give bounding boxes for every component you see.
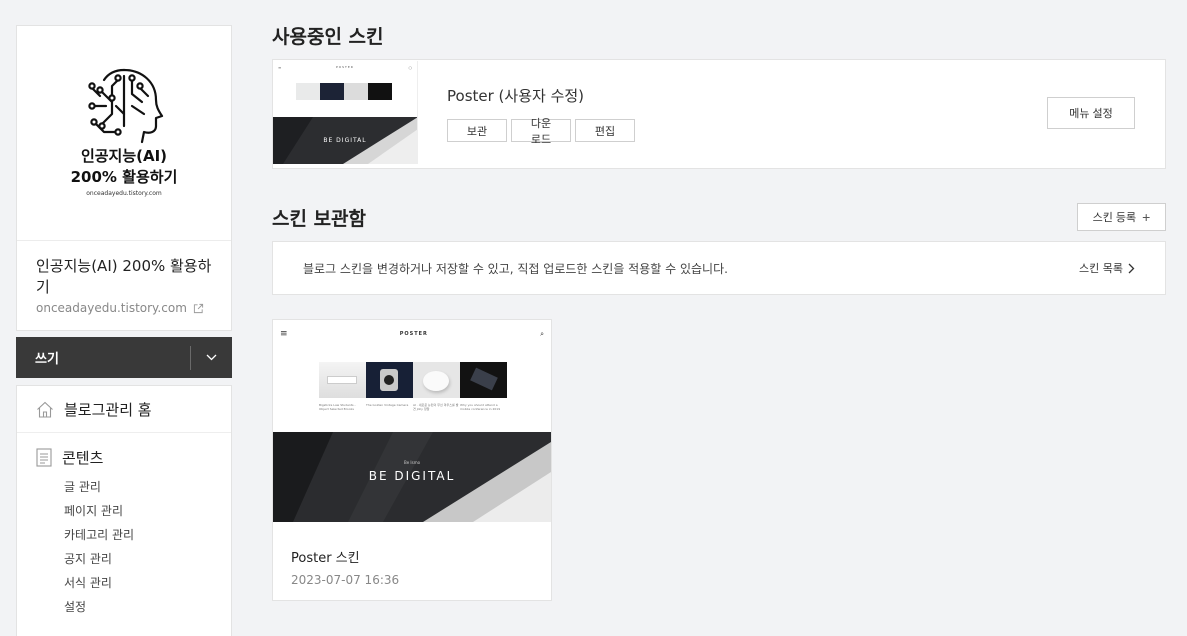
skin-notice-text: 블로그 스킨을 변경하거나 저장할 수 있고, 직접 업로드한 스킨을 적용할 … [303, 261, 728, 276]
menu-content-section: 콘텐츠 글 관리 페이지 관리 카테고리 관리 공지 관리 서식 관리 설정 [17, 433, 231, 619]
blog-logo[interactable]: 인공지능(AI) 200% 활용하기 onceadayedu.tistory.c… [17, 26, 231, 241]
preview-hero: BE DIGITAL [273, 117, 417, 164]
skin-card[interactable]: ≡ POSTER ⌕ Bigsticks Law Students - Obje… [272, 319, 552, 601]
preview-product-image [320, 83, 344, 100]
preview-menu-icon: ≡ [280, 329, 288, 339]
preview-products [296, 83, 417, 100]
preview-logo: POSTER [335, 65, 354, 69]
skin-storage-title: 스킨 보관함 [272, 208, 367, 230]
menu-setting-button[interactable]: 메뉴 설정 [1047, 97, 1135, 129]
submenu-item[interactable]: 페이지 관리 [64, 499, 231, 523]
preview-product-image [368, 83, 392, 100]
menu-content-header[interactable]: 콘텐츠 [36, 447, 231, 468]
home-icon [37, 401, 53, 418]
register-skin-button[interactable]: 스킨 등록 + [1077, 203, 1166, 231]
logo-title-line2: 200% 활용하기 [70, 168, 178, 186]
admin-menu: 블로그관리 홈 콘텐츠 글 관리 페이지 관리 카테고리 관리 공지 관리 서식… [16, 385, 232, 636]
ai-brain-icon [88, 68, 164, 144]
preview-product: Why you should attend a mobile conferenc… [460, 362, 507, 411]
blog-url-link[interactable]: onceadayedu.tistory.com [36, 301, 212, 315]
preview-logo: POSTER [399, 331, 428, 337]
sidebar: 인공지능(AI) 200% 활용하기 onceadayedu.tistory.c… [16, 25, 232, 636]
preview-product-image [413, 362, 460, 398]
preview-hero-kicker: Be Ismo [403, 460, 421, 465]
preview-product-image [344, 83, 368, 100]
write-button-label: 쓰기 [35, 352, 59, 367]
current-skin-title: 사용중인 스킨 [272, 26, 384, 48]
blog-title[interactable]: 인공지능(AI) 200% 활용하기 [36, 256, 212, 298]
skin-notice-bar: 블로그 스킨을 변경하거나 저장할 수 있고, 직접 업로드한 스킨을 적용할 … [272, 241, 1166, 295]
menu-content-label: 콘텐츠 [62, 449, 104, 467]
chevron-down-icon [206, 354, 217, 361]
preview-product-image [296, 83, 320, 100]
skin-card-name: Poster 스킨 [291, 551, 360, 566]
write-button[interactable]: 쓰기 [16, 337, 232, 378]
document-icon [36, 448, 52, 467]
logo-title-line1: 인공지능(AI) [80, 147, 168, 165]
preview-product-caption: The Golden Vintage Camera [366, 403, 409, 407]
preview-hero-text: BE DIGITAL [368, 469, 456, 483]
current-skin-thumbnail: ≡ POSTER ○ BE DIGITAL [273, 61, 418, 164]
preview-search-icon: ○ [408, 64, 413, 70]
content-submenu: 글 관리 페이지 관리 카테고리 관리 공지 관리 서식 관리 설정 [36, 475, 231, 619]
current-skin-panel: ≡ POSTER ○ BE DIGITAL Poster (사용자 수정) 보관… [272, 59, 1166, 169]
profile-box: 인공지능(AI) 200% 활용하기 onceadayedu.tistory.c… [16, 25, 232, 331]
preview-header: ≡ POSTER ○ [273, 61, 417, 73]
current-skin-actions: 보관 다운로드 편집 [447, 117, 635, 146]
write-dropdown-toggle[interactable] [191, 354, 232, 361]
preview-product-image [319, 362, 366, 398]
preview-product-caption: Bigsticks Law Students - Object Selected… [319, 403, 356, 411]
preview-products: Bigsticks Law Students - Object Selected… [319, 362, 551, 411]
preview-product: AI · 새로운 뉴턴의 무선 마우스를 발견 Jolly 정말 [413, 362, 460, 411]
preview-hero-text: BE DIGITAL [323, 137, 367, 144]
preview-header: ≡ POSTER ⌕ [273, 320, 551, 348]
logo-title: 인공지능(AI) 200% 활용하기 [71, 146, 178, 188]
archive-button[interactable]: 보관 [447, 119, 507, 142]
preview-product-caption: Why you should attend a mobile conferenc… [460, 403, 501, 411]
download-button[interactable]: 다운로드 [511, 117, 571, 146]
preview-hero: Be Ismo BE DIGITAL [273, 432, 551, 522]
logo-url: onceadayedu.tistory.com [86, 190, 162, 197]
submenu-item[interactable]: 글 관리 [64, 475, 231, 499]
blog-info: 인공지능(AI) 200% 활용하기 onceadayedu.tistory.c… [17, 241, 231, 330]
preview-product-image [366, 362, 413, 398]
skin-card-date: 2023-07-07 16:36 [291, 573, 400, 587]
skin-card-body: Poster 스킨 2023-07-07 16:36 [273, 522, 551, 587]
preview-product: Bigsticks Law Students - Object Selected… [319, 362, 366, 411]
submenu-item[interactable]: 공지 관리 [64, 547, 231, 571]
blog-url: onceadayedu.tistory.com [36, 301, 187, 315]
edit-button[interactable]: 편집 [575, 119, 635, 142]
skin-card-preview: ≡ POSTER ⌕ Bigsticks Law Students - Obje… [273, 320, 551, 522]
submenu-item[interactable]: 서식 관리 [64, 571, 231, 595]
external-link-icon [193, 303, 203, 313]
register-skin-label: 스킨 등록 [1092, 212, 1137, 224]
preview-product-caption: AI · 새로운 뉴턴의 무선 마우스를 발견 Jolly 정말 [413, 403, 459, 411]
plus-icon: + [1142, 209, 1151, 225]
submenu-item[interactable]: 설정 [64, 595, 231, 619]
skin-list-link[interactable]: 스킨 목록 [1079, 260, 1135, 276]
menu-home-label: 블로그관리 홈 [64, 400, 152, 419]
current-skin-name: Poster (사용자 수정) [447, 87, 585, 105]
submenu-item[interactable]: 카테고리 관리 [64, 523, 231, 547]
menu-home[interactable]: 블로그관리 홈 [17, 386, 231, 433]
preview-search-icon: ⌕ [540, 329, 544, 338]
preview-product-image [460, 362, 507, 398]
preview-menu-icon: ≡ [278, 64, 282, 70]
preview-product: The Golden Vintage Camera [366, 362, 413, 411]
skin-list-label: 스킨 목록 [1079, 262, 1123, 275]
chevron-right-icon [1128, 263, 1135, 273]
